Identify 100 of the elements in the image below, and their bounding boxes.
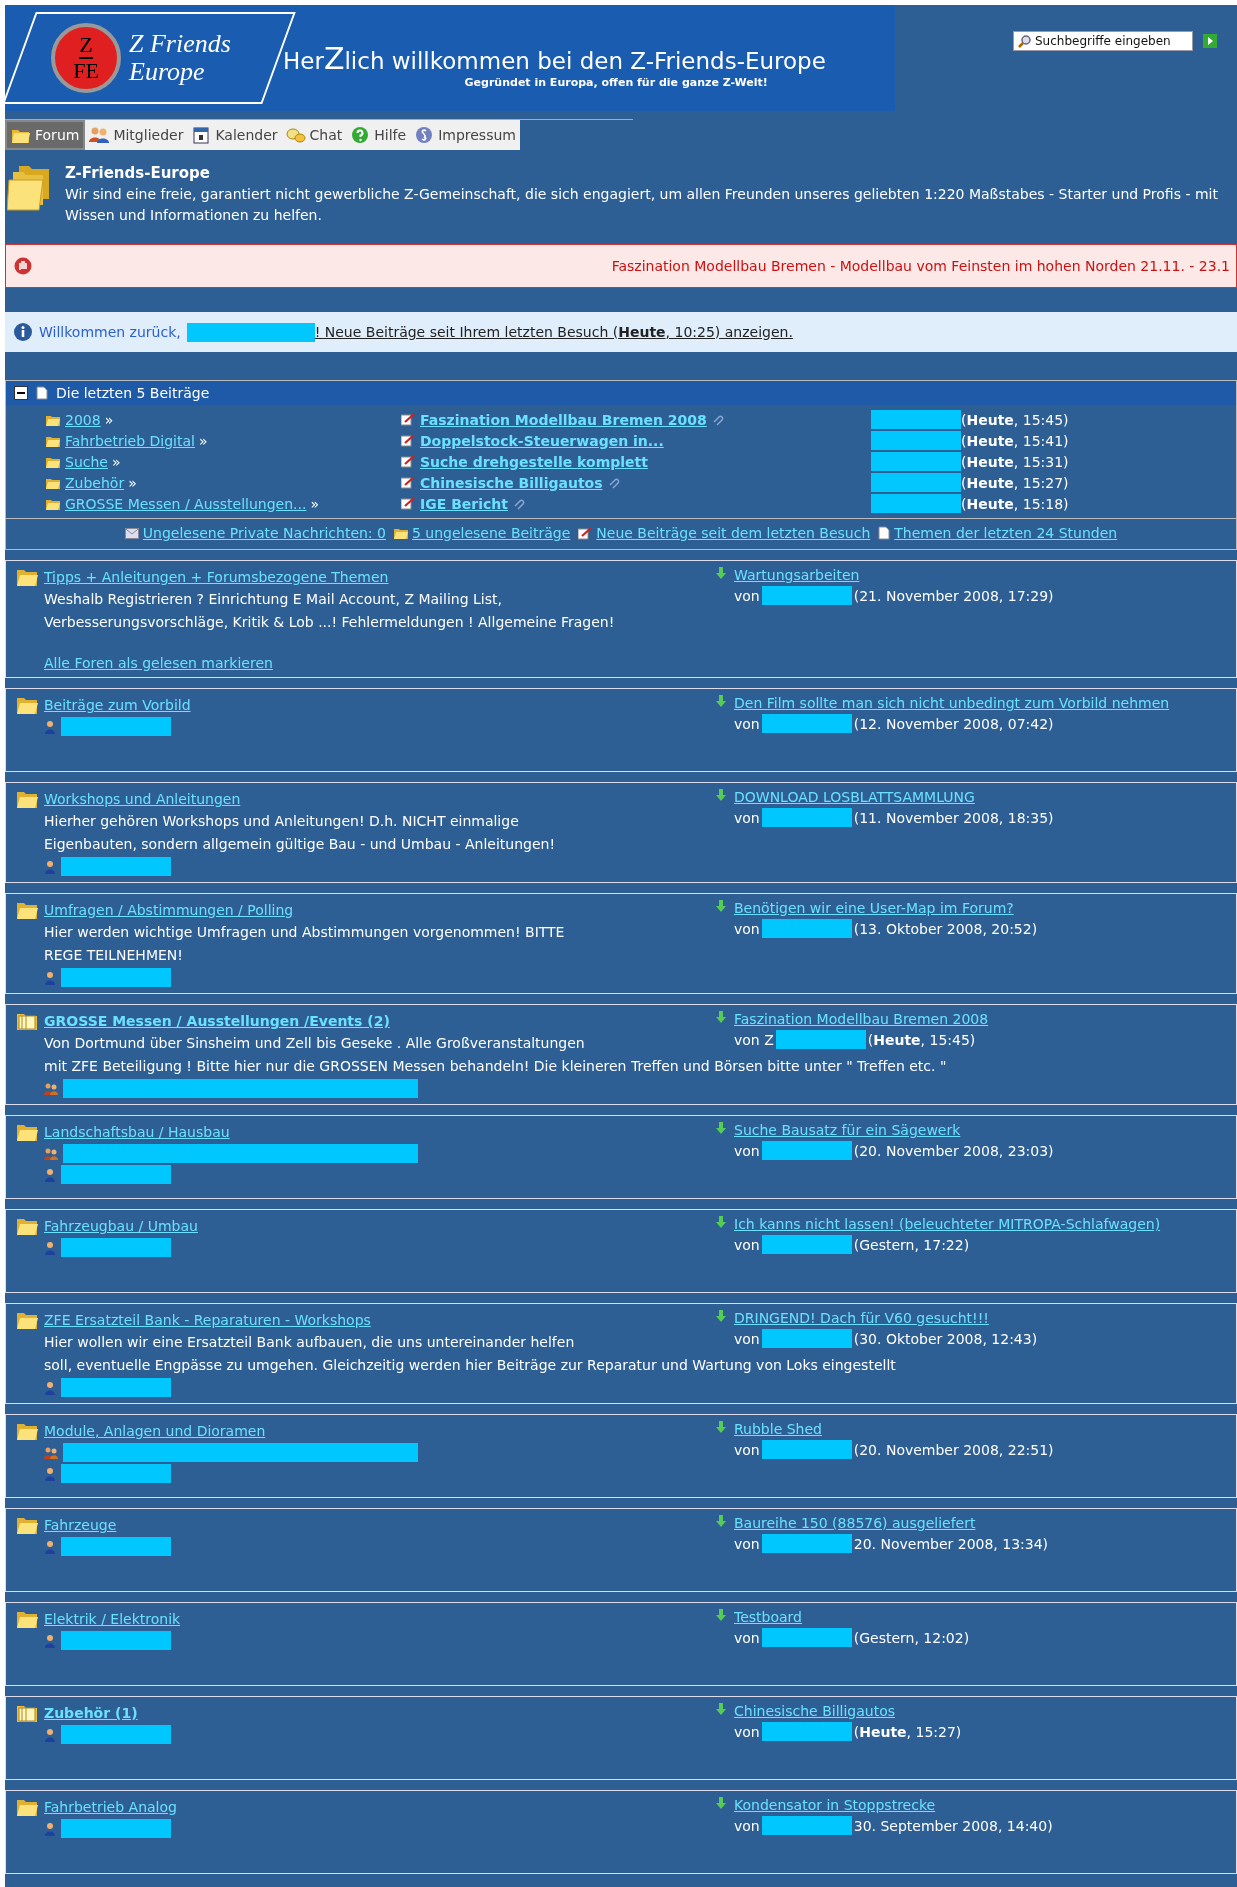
down-arrow-icon xyxy=(716,1122,726,1134)
quick-link[interactable]: Neue Beiträge seit dem letzten Besuch xyxy=(596,525,871,541)
down-arrow-icon xyxy=(716,695,726,707)
last-post-link[interactable]: DRINGEND! Dach für V60 gesucht!!! xyxy=(734,1310,989,1326)
board-title-link[interactable]: Landschaftsbau / Hausbau xyxy=(44,1124,230,1140)
last-post-link[interactable]: Ich kanns nicht lassen! (beleuchteter MITROPA-Schlafwagen) xyxy=(734,1216,1161,1232)
last-post-link[interactable]: Wartungsarbeiten xyxy=(734,567,860,583)
author-label: von xyxy=(734,587,760,604)
group-icon xyxy=(44,1082,58,1095)
down-arrow-icon xyxy=(716,1310,726,1322)
author-label: von xyxy=(734,1535,760,1552)
breadcrumb-separator: » xyxy=(198,432,208,449)
banner-title: HerZlich willkommen bei den Z-Friends-Europe xyxy=(283,41,826,76)
user-icon xyxy=(44,1240,56,1255)
last-post-link[interactable]: Chinesische Billigautos xyxy=(734,1703,895,1719)
board-title-link[interactable]: Module, Anlagen und Dioramen xyxy=(44,1423,266,1439)
board-link[interactable]: Suche xyxy=(65,453,108,470)
board-title-link[interactable]: Workshops und Anleitungen xyxy=(44,791,241,807)
user-icon xyxy=(44,719,56,734)
author-label: von xyxy=(734,1441,760,1458)
post-date: 20. November 2008, 13:34) xyxy=(853,1535,1049,1552)
user-icon xyxy=(44,859,56,874)
quick-link[interactable]: Themen der letzten 24 Stunden xyxy=(894,525,1118,541)
last-post-link[interactable]: DOWNLOAD LOSBLATTSAMMLUNG xyxy=(734,789,975,805)
last-post-link[interactable]: Suche Bausatz für ein Sägewerk xyxy=(734,1122,961,1138)
board-link[interactable]: 2008 xyxy=(65,411,101,428)
collapse-icon[interactable] xyxy=(14,386,28,400)
quick-link[interactable]: 5 ungelesene Beiträge xyxy=(411,525,571,541)
down-arrow-icon xyxy=(716,900,726,912)
board-link[interactable]: GROSSE Messen / Ausstellungen... xyxy=(65,495,307,512)
breadcrumb-separator: » xyxy=(104,411,114,428)
search-field[interactable]: Suchbegriffe eingeben xyxy=(1013,31,1193,51)
down-arrow-icon xyxy=(716,1421,726,1433)
welcome-text: Willkommen zurück, xyxy=(39,324,181,340)
folder-icon xyxy=(46,497,60,510)
last-post-link[interactable]: Baureihe 150 (88576) ausgeliefert xyxy=(734,1515,976,1531)
board-title-link[interactable]: Zubehör (1) xyxy=(44,1705,138,1721)
nav-tab[interactable]: Mitglieder xyxy=(85,120,188,150)
post-date: (Gestern, 17:22) xyxy=(853,1236,970,1253)
board-title-link[interactable]: Fahrzeuge xyxy=(44,1517,117,1533)
paragraph-icon xyxy=(414,126,435,144)
board-title-link[interactable]: Tipps + Anleitungen + Forumsbezogene Themen xyxy=(44,569,389,585)
board-title-link[interactable]: Elektrik / Elektronik xyxy=(44,1611,181,1627)
topic-link[interactable]: IGE Bericht xyxy=(420,495,508,512)
last-post-link[interactable]: Den Film sollte man sich nicht unbedingt zum Vorbild nehmen xyxy=(734,695,1170,711)
post-date: (21. November 2008, 17:29) xyxy=(853,587,1054,604)
author-label: von xyxy=(734,1236,760,1253)
post-date: (12. November 2008, 07:42) xyxy=(853,715,1054,732)
user-icon xyxy=(44,1633,56,1648)
topic-link[interactable]: Chinesische Billigautos xyxy=(420,474,603,491)
folder-icon xyxy=(46,455,60,468)
down-arrow-icon xyxy=(716,1216,726,1228)
board-link[interactable]: Fahrbetrieb Digital xyxy=(65,432,195,449)
nav-tab[interactable]: Chat xyxy=(281,120,347,150)
user-icon xyxy=(44,1821,56,1836)
last-post-link[interactable]: Testboard xyxy=(734,1609,802,1625)
down-arrow-icon xyxy=(716,789,726,801)
news-ticker: Faszination Modellbau Bremen - Modellbau vom Feinsten im hohen Norden 21.11. - 23.1 xyxy=(611,258,1230,274)
new-posts-link[interactable]: ! Neue Beiträge seit Ihrem letzten Besuch (Heute, 10:25) anzeigen. xyxy=(314,324,793,340)
post-date: (Heute, 15:31) xyxy=(961,453,1069,470)
page-icon xyxy=(36,386,48,400)
last-post-link[interactable]: Kondensator in Stoppstrecke xyxy=(734,1797,936,1813)
board-description: Verbesserungsvorschläge, Kritik & Lob ...! Fehlermeldungen ! Allgemeine Fragen! xyxy=(43,613,615,632)
board-title-link[interactable]: Beiträge zum Vorbild xyxy=(44,697,191,713)
last-post-link[interactable]: Faszination Modellbau Bremen 2008 xyxy=(734,1011,989,1027)
search-go-icon[interactable] xyxy=(1203,34,1217,48)
topic-link[interactable]: Faszination Modellbau Bremen 2008 xyxy=(420,411,707,428)
quick-link[interactable]: Ungelesene Private Nachrichten: 0 xyxy=(142,525,386,541)
pencil-icon xyxy=(401,497,415,510)
folders-icon xyxy=(7,164,51,212)
pencil-icon xyxy=(401,455,415,468)
author-label: von xyxy=(734,1629,760,1646)
envelope-icon xyxy=(124,527,139,539)
topic-link[interactable]: Doppelstock-Steuerwagen in... xyxy=(420,432,664,449)
nav-tab[interactable]: Impressum xyxy=(410,120,520,150)
down-arrow-icon xyxy=(716,1515,726,1527)
board-description: Von Dortmund über Sinsheim und Zell bis Geseke . Alle Großveranstaltungen xyxy=(43,1034,585,1053)
board-description: Hier wollen wir eine Ersatzteil Bank aufbauen, die uns untereinander helfen xyxy=(43,1333,575,1352)
board-description: Weshalb Registrieren ? Einrichtung E Mail Account, Z Mailing List, xyxy=(43,590,502,609)
board-title-link[interactable]: Fahrbetrieb Analog xyxy=(44,1799,177,1815)
topic-link[interactable]: Suche drehgestelle komplett xyxy=(420,453,648,470)
recent-posts-title: Die letzten 5 Beiträge xyxy=(56,385,210,401)
mark-all-read-link[interactable]: Alle Foren als gelesen markieren xyxy=(16,655,273,671)
last-post-link[interactable]: Rubble Shed xyxy=(734,1421,822,1437)
last-post-link[interactable]: Benötigen wir eine User-Map im Forum? xyxy=(734,900,1014,916)
forum-description: Wir sind eine freie, garantiert nicht gewerbliche Z-Gemeinschaft, die sich engagiert, um allen Freunden unseres geliebten 1:220 Maßstabes - Starter und Profis - mit Wissen und Informationen zu helfen. xyxy=(65,185,1219,225)
folder-icon xyxy=(46,413,60,426)
nav-tab[interactable]: Forum xyxy=(5,120,86,150)
board-title-link[interactable]: GROSSE Messen / Ausstellungen /Events (2) xyxy=(44,1013,390,1029)
board-title-link[interactable]: Umfragen / Abstimmungen / Polling xyxy=(44,902,294,918)
board-title-link[interactable]: Fahrzeugbau / Umbau xyxy=(44,1218,198,1234)
post-date: (Heute, 15:41) xyxy=(961,432,1069,449)
nav-tab[interactable]: Hilfe xyxy=(346,120,411,150)
pencil-icon xyxy=(401,434,415,447)
board-link[interactable]: Zubehör xyxy=(65,474,125,491)
board-title-link[interactable]: ZFE Ersatzteil Bank - Reparaturen - Workshops xyxy=(44,1312,371,1328)
post-date: (20. November 2008, 22:51) xyxy=(853,1441,1054,1458)
nav-tab[interactable]: Kalender xyxy=(187,120,282,150)
post-date: (Heute, 15:27) xyxy=(853,1723,962,1740)
chat-icon xyxy=(285,126,306,144)
